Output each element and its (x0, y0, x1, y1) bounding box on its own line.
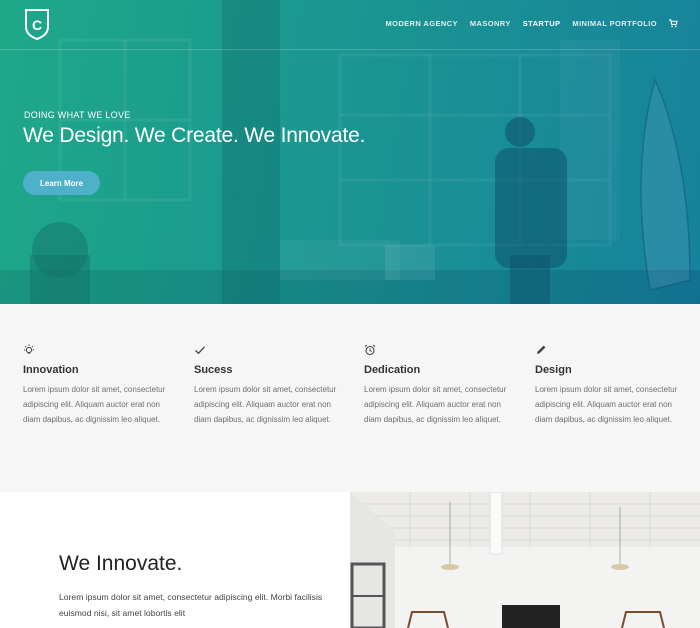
feature-dedication: Dedication Lorem ipsum dolor sit amet, c… (364, 344, 514, 427)
feature-text: Lorem ipsum dolor sit amet, consectetur … (535, 385, 678, 424)
nav-item-startup[interactable]: STARTUP (523, 19, 561, 28)
top-navbar: C MODERN AGENCY MASONRY STARTUP MINIMAL … (0, 0, 700, 50)
nav-item-masonry[interactable]: MASONRY (470, 19, 511, 28)
innovate-text-panel: We Innovate. Lorem ipsum dolor sit amet,… (0, 492, 350, 628)
features-section: Innovation Lorem ipsum dolor sit amet, c… (0, 304, 700, 492)
feature-innovation: Innovation Lorem ipsum dolor sit amet, c… (23, 344, 173, 427)
nav-item-minimal-portfolio[interactable]: MINIMAL PORTFOLIO (572, 19, 657, 28)
innovate-text: Lorem ipsum dolor sit amet, consectetur … (59, 592, 323, 618)
cart-icon[interactable] (669, 19, 678, 28)
feature-design: Design Lorem ipsum dolor sit amet, conse… (535, 344, 685, 427)
office-interior-image (350, 492, 700, 628)
pencil-icon (537, 345, 546, 354)
feature-title: Dedication (364, 364, 421, 376)
feature-success: Sucess Lorem ipsum dolor sit amet, conse… (194, 344, 344, 427)
hero-title: We Design. We Create. We Innovate. (23, 124, 366, 147)
feature-text: Lorem ipsum dolor sit amet, consectetur … (23, 385, 166, 424)
feature-title: Sucess (194, 364, 233, 376)
hero-section: C MODERN AGENCY MASONRY STARTUP MINIMAL … (0, 0, 700, 304)
learn-more-button[interactable]: Learn More (23, 171, 100, 195)
shield-logo-icon[interactable]: C (24, 7, 50, 41)
nav-menu: MODERN AGENCY MASONRY STARTUP MINIMAL PO… (385, 19, 678, 28)
alarm-clock-icon (364, 344, 376, 356)
svg-text:C: C (32, 17, 42, 33)
feature-text: Lorem ipsum dolor sit amet, consectetur … (364, 385, 507, 424)
lightbulb-icon (24, 344, 34, 354)
checkmark-icon (195, 346, 205, 355)
feature-text: Lorem ipsum dolor sit amet, consectetur … (194, 385, 337, 424)
feature-title: Innovation (23, 364, 79, 376)
nav-item-modern-agency[interactable]: MODERN AGENCY (385, 19, 457, 28)
innovate-title: We Innovate. (59, 552, 183, 575)
feature-title: Design (535, 364, 572, 376)
innovate-section: We Innovate. Lorem ipsum dolor sit amet,… (0, 492, 700, 628)
hero-subtitle: DOING WHAT WE LOVE (24, 110, 131, 120)
